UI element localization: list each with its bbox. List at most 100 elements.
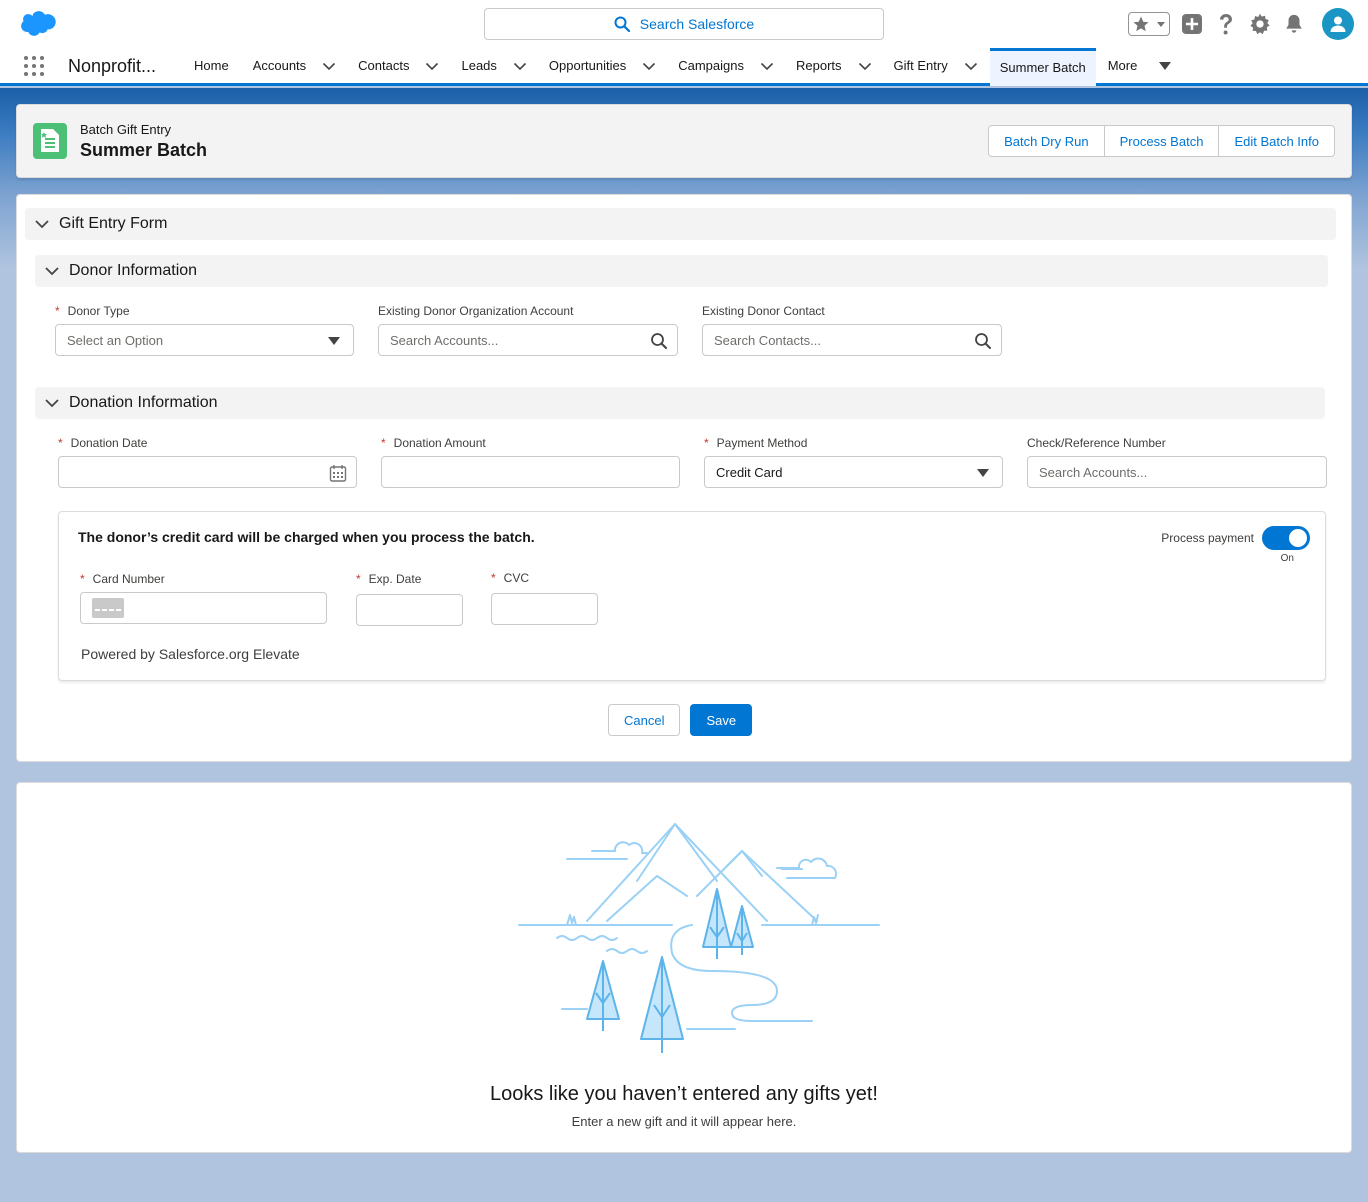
chevron-down-icon[interactable] xyxy=(513,59,527,73)
page-header: Batch Gift Entry Summer Batch Batch Dry … xyxy=(16,104,1352,178)
chevron-down-icon[interactable] xyxy=(964,59,978,73)
calendar-icon[interactable] xyxy=(329,464,347,482)
check-reference-input[interactable]: Search Accounts... xyxy=(1027,456,1327,488)
record-type-icon xyxy=(33,123,67,159)
contact-placeholder: Search Contacts... xyxy=(714,332,821,348)
donor-type-select[interactable]: Select an Option xyxy=(55,324,354,356)
payment-method-field: * Payment Method Credit Card xyxy=(704,434,1003,488)
bell-icon xyxy=(1286,14,1302,33)
nav-item-reports[interactable]: Reports xyxy=(786,48,882,83)
add-icon xyxy=(1182,14,1202,34)
nav-item-summer-batch[interactable]: Summer Batch xyxy=(989,48,1096,86)
chevron-down-icon xyxy=(45,267,59,276)
search-icon xyxy=(651,333,667,349)
chevron-down-icon[interactable] xyxy=(858,59,872,73)
nav-item-leads[interactable]: Leads xyxy=(451,48,536,83)
nav-item-more[interactable]: More xyxy=(1098,48,1182,83)
cvc-label: * CVC xyxy=(491,569,598,587)
favorites-button[interactable] xyxy=(1128,12,1170,36)
card-number-label: * Card Number xyxy=(80,570,327,588)
donor-type-label-text: Donor Type xyxy=(67,304,130,318)
nav-item-label: Summer Batch xyxy=(999,59,1086,75)
nav-item-label: Opportunities xyxy=(548,58,627,73)
donor-type-placeholder: Select an Option xyxy=(67,332,164,348)
process-payment-row: Process payment xyxy=(1161,526,1310,550)
page-actions: Batch Dry Run Process Batch Edit Batch I… xyxy=(988,125,1335,157)
required-marker: * xyxy=(356,572,361,586)
cancel-button[interactable]: Cancel xyxy=(608,704,681,736)
user-avatar[interactable] xyxy=(1322,8,1354,40)
required-marker: * xyxy=(491,571,496,585)
donation-date-input[interactable] xyxy=(58,456,357,488)
card-number-field: * Card Number xyxy=(80,570,327,624)
edit-batch-info-button[interactable]: Edit Batch Info xyxy=(1218,125,1335,157)
exp-date-input[interactable] xyxy=(356,594,463,626)
salesforce-logo-icon[interactable] xyxy=(16,10,58,40)
nav-item-label: Accounts xyxy=(252,58,307,73)
toggle-state-label: On xyxy=(1280,553,1294,564)
app-name: Nonprofit... xyxy=(68,56,157,76)
global-create-button[interactable] xyxy=(1180,12,1204,36)
required-marker: * xyxy=(381,436,386,450)
exp-date-field: * Exp. Date xyxy=(356,570,463,626)
section-donor-information[interactable]: Donor Information xyxy=(35,255,1328,287)
nav-items: Home Accounts Contacts Leads Opportuniti… xyxy=(184,48,1181,86)
donation-amount-input[interactable] xyxy=(381,456,680,488)
chevron-down-icon[interactable] xyxy=(322,59,336,73)
contact-lookup[interactable]: Search Contacts... xyxy=(702,324,1002,356)
help-button[interactable] xyxy=(1214,12,1238,36)
header-actions xyxy=(1128,8,1354,40)
required-marker: * xyxy=(704,436,709,450)
donation-date-label-text: Donation Date xyxy=(70,436,148,450)
contact-label: Existing Donor Contact xyxy=(702,304,825,318)
notifications-button[interactable] xyxy=(1282,12,1306,36)
org-account-field: Existing Donor Organization Account Sear… xyxy=(378,302,678,356)
document-icon xyxy=(41,129,59,152)
cvc-input[interactable] xyxy=(491,593,598,625)
mountains-illustration xyxy=(518,823,880,1053)
nav-item-gift-entry[interactable]: Gift Entry xyxy=(884,48,988,83)
org-account-lookup[interactable]: Search Accounts... xyxy=(378,324,678,356)
nav-item-opportunities[interactable]: Opportunities xyxy=(539,48,666,83)
chevron-down-icon[interactable] xyxy=(425,59,439,73)
gear-icon xyxy=(1250,13,1270,35)
caret-down-icon xyxy=(328,337,340,345)
caret-down-icon xyxy=(1159,61,1172,70)
check-reference-field: Check/Reference Number Search Accounts..… xyxy=(1027,434,1327,488)
save-button[interactable]: Save xyxy=(690,704,753,736)
nav-item-accounts[interactable]: Accounts xyxy=(243,48,346,83)
app-launcher-icon[interactable] xyxy=(24,56,44,76)
donor-type-field: * Donor Type Select an Option xyxy=(55,302,354,356)
help-icon xyxy=(1220,14,1232,35)
nav-item-label: Home xyxy=(194,58,229,73)
chevron-down-icon[interactable] xyxy=(642,59,656,73)
user-icon xyxy=(1330,16,1346,32)
global-header: Search Salesforce xyxy=(0,0,1368,48)
card-number-label-text: Card Number xyxy=(92,572,165,586)
nav-item-home[interactable]: Home xyxy=(184,48,239,83)
global-search-input[interactable]: Search Salesforce xyxy=(484,8,884,40)
process-payment-toggle[interactable] xyxy=(1262,526,1310,550)
nav-item-label: More xyxy=(1107,58,1138,73)
donation-amount-label: * Donation Amount xyxy=(381,434,680,452)
setup-button[interactable] xyxy=(1248,12,1272,36)
contact-field: Existing Donor Contact Search Contacts..… xyxy=(702,302,1002,356)
nav-item-contacts[interactable]: Contacts xyxy=(348,48,449,83)
section-gift-entry-form[interactable]: Gift Entry Form xyxy=(25,208,1336,240)
check-reference-placeholder: Search Accounts... xyxy=(1039,464,1148,480)
chevron-down-icon xyxy=(45,399,59,408)
process-batch-button[interactable]: Process Batch xyxy=(1103,125,1220,157)
card-number-input[interactable] xyxy=(80,592,327,624)
chevron-down-icon[interactable] xyxy=(760,59,774,73)
batch-dry-run-button[interactable]: Batch Dry Run xyxy=(988,125,1105,157)
empty-state-title: Looks like you haven’t entered any gifts… xyxy=(489,1083,878,1105)
section-title: Gift Entry Form xyxy=(59,215,168,232)
star-icon xyxy=(1133,16,1149,32)
required-marker: * xyxy=(58,436,63,450)
payment-method-select[interactable]: Credit Card xyxy=(704,456,1003,488)
section-donation-information[interactable]: Donation Information xyxy=(35,387,1325,419)
exp-date-label-text: Exp. Date xyxy=(368,572,422,586)
payment-method-label: * Payment Method xyxy=(704,434,1003,452)
nav-item-campaigns[interactable]: Campaigns xyxy=(668,48,784,83)
powered-by-text: Powered by Salesforce.org Elevate xyxy=(81,646,300,662)
